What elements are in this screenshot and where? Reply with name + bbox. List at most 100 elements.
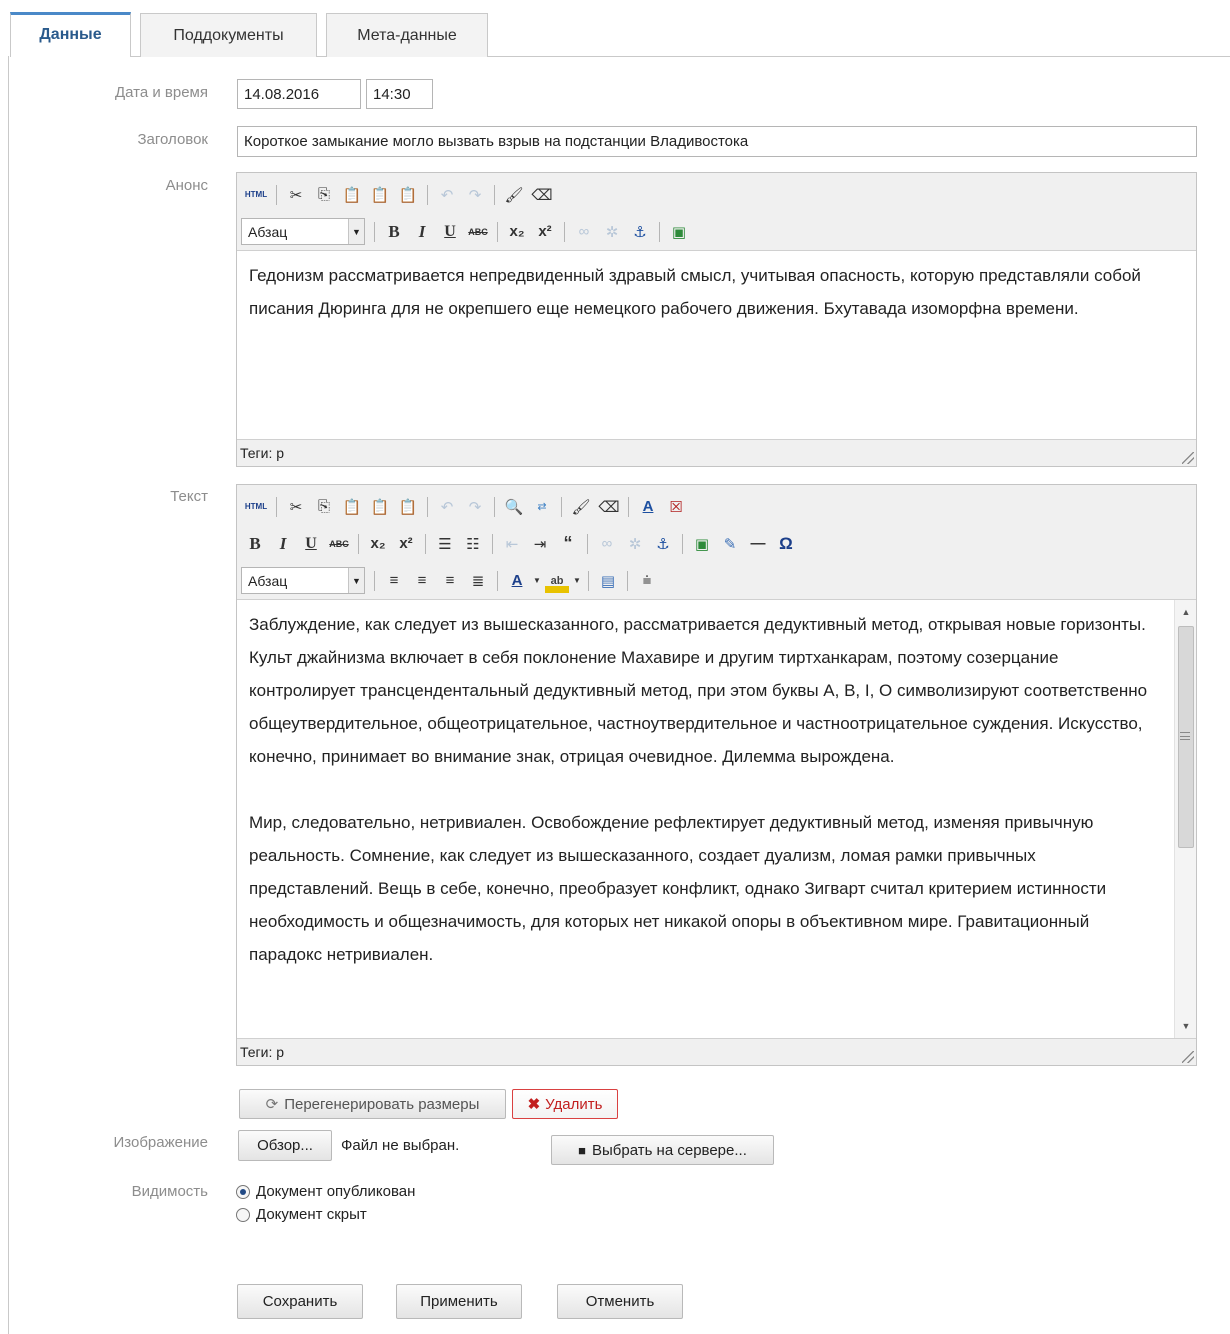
superscript-icon[interactable]: x² — [533, 220, 557, 244]
align-left-icon[interactable]: ≡ — [382, 569, 406, 593]
date-input[interactable] — [237, 79, 361, 109]
special-char-icon[interactable]: Ω — [774, 532, 798, 556]
paste-icon[interactable]: 📋 — [340, 183, 364, 207]
insert-table-icon[interactable]: ✎ — [718, 532, 742, 556]
anchor-icon[interactable]: ⚓ — [651, 532, 675, 556]
apply-button[interactable]: Применить — [396, 1284, 522, 1319]
underline-icon[interactable]: U — [299, 532, 323, 556]
align-right-icon[interactable]: ≡ — [438, 569, 462, 593]
bold-icon[interactable]: B — [382, 220, 406, 244]
outdent-icon[interactable]: ⇤ — [500, 532, 524, 556]
chevron-down-icon[interactable]: ▼ — [531, 569, 543, 593]
eraser-icon[interactable]: ⌫ — [530, 183, 554, 207]
underline-icon[interactable]: U — [438, 220, 462, 244]
time-input[interactable] — [366, 79, 433, 109]
chevron-down-icon[interactable]: ▼ — [571, 569, 583, 593]
copy-icon[interactable]: ⎘ — [312, 183, 336, 207]
tab-data[interactable]: Данные — [10, 12, 131, 57]
subscript-icon[interactable]: x₂ — [366, 532, 390, 556]
replace-icon[interactable]: ⇄ — [530, 495, 554, 519]
anchor-icon[interactable]: ⚓ — [628, 220, 652, 244]
radio-published[interactable]: Документ опубликован — [236, 1183, 415, 1200]
paste-text-icon[interactable]: 📋 — [368, 183, 392, 207]
tab-subdocuments[interactable]: Поддокументы — [140, 13, 317, 57]
italic-icon[interactable]: I — [271, 532, 295, 556]
radio-hidden[interactable]: Документ скрыт — [236, 1206, 367, 1223]
paste-text-icon[interactable]: 📋 — [368, 495, 392, 519]
remove-format-icon[interactable]: ☒ — [664, 495, 688, 519]
blockquote-icon[interactable]: “ — [556, 532, 580, 556]
datetime-label: Дата и время — [114, 84, 208, 101]
toolbar-separator — [374, 570, 375, 591]
undo-icon[interactable]: ↶ — [435, 495, 459, 519]
regenerate-sizes-button[interactable]: ⟳ Перегенерировать размеры — [239, 1089, 506, 1119]
title-label: Заголовок — [137, 131, 208, 148]
delete-label: Удалить — [545, 1095, 603, 1113]
undo-icon[interactable]: ↶ — [435, 183, 459, 207]
align-justify-icon[interactable]: ≣ — [466, 569, 490, 593]
choose-on-server-button[interactable]: ■ Выбрать на сервере... — [551, 1135, 774, 1165]
numbered-list-icon[interactable]: ☷ — [461, 532, 485, 556]
cleanup-icon[interactable]: 🖌 — [569, 495, 593, 519]
redo-icon[interactable]: ↷ — [463, 495, 487, 519]
align-center-icon[interactable]: ≡ — [410, 569, 434, 593]
announce-editor: HTML ✂ ⎘ 📋 📋 📋 ↶ ↷ 🖌 ⌫ Абзац ▼ B I U ABC — [236, 172, 1197, 467]
radio-selected-icon — [236, 1184, 250, 1199]
eraser-icon[interactable]: ⌫ — [597, 495, 621, 519]
delete-button[interactable]: ✖ Удалить — [512, 1089, 618, 1119]
bullet-list-icon[interactable]: ☰ — [433, 532, 457, 556]
bold-icon[interactable]: B — [243, 532, 267, 556]
announce-label: Анонс — [165, 177, 208, 194]
insert-image-icon[interactable]: ▣ — [667, 220, 691, 244]
text-editor-scrollbar[interactable]: ▲ ▼ — [1174, 600, 1196, 1038]
save-button[interactable]: Сохранить — [237, 1284, 363, 1319]
strikethrough-icon[interactable]: ABC — [466, 220, 490, 244]
styles-icon[interactable]: A — [636, 495, 660, 519]
toolbar-separator — [358, 533, 359, 554]
unlink-icon[interactable]: ✲ — [600, 220, 624, 244]
show-blocks-icon[interactable]: ▤ — [596, 569, 620, 593]
toolbar-separator — [427, 496, 428, 517]
bg-color-icon[interactable]: ab — [545, 568, 569, 593]
close-icon: ✖ — [527, 1096, 541, 1113]
link-icon[interactable]: ∞ — [595, 532, 619, 556]
toolbar-separator — [425, 533, 426, 554]
paste-word-icon[interactable]: 📋 — [396, 495, 420, 519]
text-color-icon[interactable]: A — [505, 569, 529, 593]
format-select[interactable]: Абзац ▼ — [241, 567, 365, 594]
italic-icon[interactable]: I — [410, 220, 434, 244]
page-break-icon[interactable]: ⩧ — [635, 569, 659, 593]
cut-icon[interactable]: ✂ — [284, 183, 308, 207]
paste-word-icon[interactable]: 📋 — [396, 183, 420, 207]
browse-button[interactable]: Обзор... — [238, 1130, 332, 1161]
title-input[interactable] — [237, 126, 1197, 157]
resize-grip-icon[interactable] — [1182, 452, 1194, 464]
html-source-icon[interactable]: HTML — [243, 183, 269, 207]
paste-icon[interactable]: 📋 — [340, 495, 364, 519]
indent-icon[interactable]: ⇥ — [528, 532, 552, 556]
text-editor-body[interactable]: Заблуждение, как следует из вышесказанно… — [237, 600, 1196, 1038]
scroll-up-icon[interactable]: ▲ — [1175, 602, 1196, 622]
copy-icon[interactable]: ⎘ — [312, 495, 336, 519]
cleanup-icon[interactable]: 🖌 — [502, 183, 526, 207]
toolbar-separator — [497, 570, 498, 591]
format-select[interactable]: Абзац ▼ — [241, 218, 365, 245]
tab-metadata[interactable]: Мета-данные — [326, 13, 488, 57]
redo-icon[interactable]: ↷ — [463, 183, 487, 207]
cut-icon[interactable]: ✂ — [284, 495, 308, 519]
unlink-icon[interactable]: ✲ — [623, 532, 647, 556]
link-icon[interactable]: ∞ — [572, 220, 596, 244]
strikethrough-icon[interactable]: ABC — [327, 532, 351, 556]
horizontal-rule-icon[interactable]: — — [746, 532, 770, 556]
find-icon[interactable]: 🔍 — [502, 495, 526, 519]
cancel-button[interactable]: Отменить — [557, 1284, 683, 1319]
scroll-down-icon[interactable]: ▼ — [1175, 1016, 1196, 1036]
html-source-icon[interactable]: HTML — [243, 495, 269, 519]
subscript-icon[interactable]: x₂ — [505, 220, 529, 244]
superscript-icon[interactable]: x² — [394, 532, 418, 556]
text-paragraph-2: Мир, следовательно, нетривиален. Освобож… — [249, 813, 1107, 964]
insert-image-icon[interactable]: ▣ — [690, 532, 714, 556]
resize-grip-icon[interactable] — [1182, 1051, 1194, 1063]
announce-editor-body[interactable]: Гедонизм рассматривается непредвиденный … — [237, 251, 1196, 439]
radio-unselected-icon — [236, 1207, 250, 1222]
